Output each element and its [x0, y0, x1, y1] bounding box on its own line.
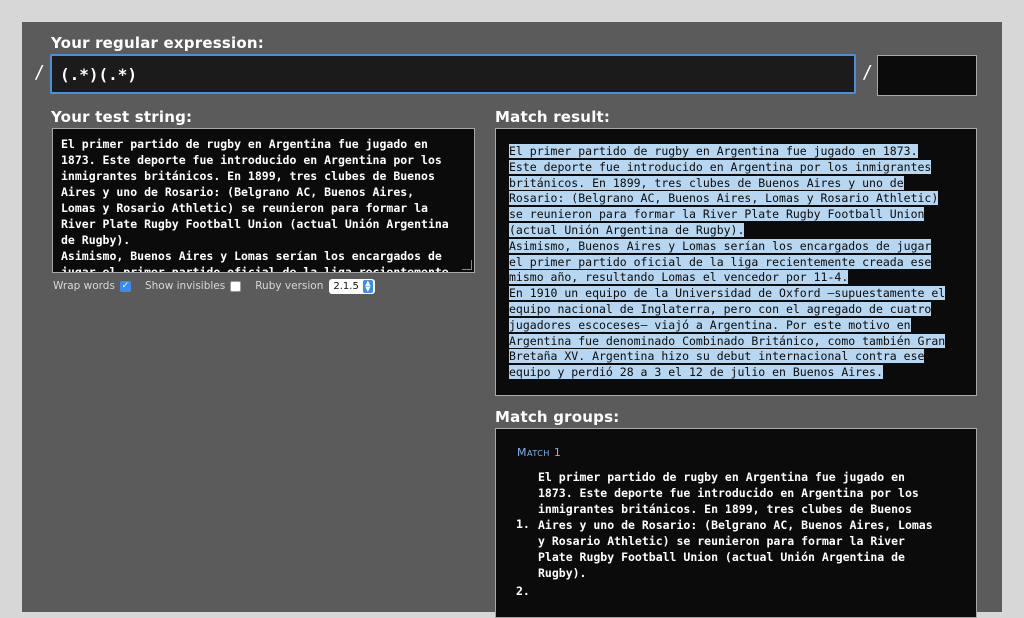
- match-result-line: En 1910 un equipo de la Universidad de O…: [509, 286, 946, 301]
- test-string-textarea[interactable]: El primer partido de rugby en Argentina …: [52, 128, 475, 273]
- wrap-words-option[interactable]: Wrap words ✓: [53, 280, 131, 292]
- regex-close-slash: /: [862, 62, 873, 83]
- options-bar: Wrap words ✓ Show invisibles Ruby versio…: [53, 278, 389, 294]
- match-result-line: Rosario: (Belgrano AC, Buenos Aires, Lom…: [509, 191, 939, 206]
- match-result-line: el primer partido oficial de la liga rec…: [509, 254, 932, 269]
- match-result-line: Argentina fue denominado Combinado Britá…: [509, 333, 946, 348]
- match-result-line: se reunieron para formar la River Plate …: [509, 207, 925, 222]
- regex-value: (.*)(.*): [60, 65, 138, 84]
- regex-label: Your regular expression:: [51, 34, 264, 52]
- match-result-line: mismo año, resultando Lomas el vencedor …: [509, 270, 849, 285]
- show-invisibles-label: Show invisibles: [144, 280, 226, 292]
- match-result-line: jugadores escoceses— viajó a Argentina. …: [509, 317, 911, 332]
- match-groups-panel: Match 1 1. El primer partido de rugby en…: [495, 428, 977, 618]
- show-invisibles-option[interactable]: Show invisibles: [144, 280, 242, 292]
- match-result-line: Bretaña XV. Argentina hizo su debut inte…: [509, 349, 925, 364]
- match-result-line: Este deporte fue introducido en Argentin…: [509, 159, 932, 174]
- match-result-line: El primer partido de rugby en Argentina …: [509, 144, 918, 158]
- match-result-line: equipo nacional de Inglaterra, pero con …: [509, 301, 932, 316]
- show-invisibles-checkbox[interactable]: [230, 280, 242, 292]
- group-number: 2.: [516, 584, 530, 598]
- match-result-line: británicos. En 1899, tres clubes de Buen…: [509, 175, 904, 190]
- test-string-label: Your test string:: [51, 108, 193, 126]
- match-result-line: Asimismo, Buenos Aires y Lomas serían lo…: [509, 238, 932, 253]
- match-result-line: (actual Unión Argentina de Rugby).: [509, 222, 745, 237]
- match-groups-label: Match groups:: [495, 408, 620, 426]
- regex-input[interactable]: (.*)(.*): [50, 54, 856, 94]
- test-string-value: El primer partido de rugby en Argentina …: [61, 137, 449, 273]
- match-result-panel: El primer partido de rugby en Argentina …: [495, 128, 977, 396]
- wrap-words-label: Wrap words: [53, 280, 115, 292]
- wrap-words-checkbox[interactable]: ✓: [119, 280, 131, 292]
- match-title: Match 1: [517, 446, 562, 459]
- select-arrows-icon: ▲ ▼: [362, 279, 373, 293]
- regex-flags-input[interactable]: [877, 55, 977, 96]
- match-result-line: equipo y perdió 28 a 3 el 12 de julio en…: [509, 365, 883, 380]
- ruby-version-select[interactable]: 2.1.5 ▲ ▼: [329, 278, 375, 294]
- ruby-version-option: Ruby version 2.1.5 ▲ ▼: [255, 278, 375, 294]
- match-result-text: El primer partido de rugby en Argentina …: [509, 144, 964, 381]
- regex-open-slash: /: [34, 62, 45, 83]
- group-value: El primer partido de rugby en Argentina …: [538, 470, 933, 580]
- group-number: 1.: [516, 517, 530, 531]
- match-result-label: Match result:: [495, 108, 611, 126]
- resize-handle-icon[interactable]: [462, 260, 472, 270]
- ruby-version-label: Ruby version: [255, 280, 324, 292]
- ruby-version-value: 2.1.5: [333, 280, 359, 292]
